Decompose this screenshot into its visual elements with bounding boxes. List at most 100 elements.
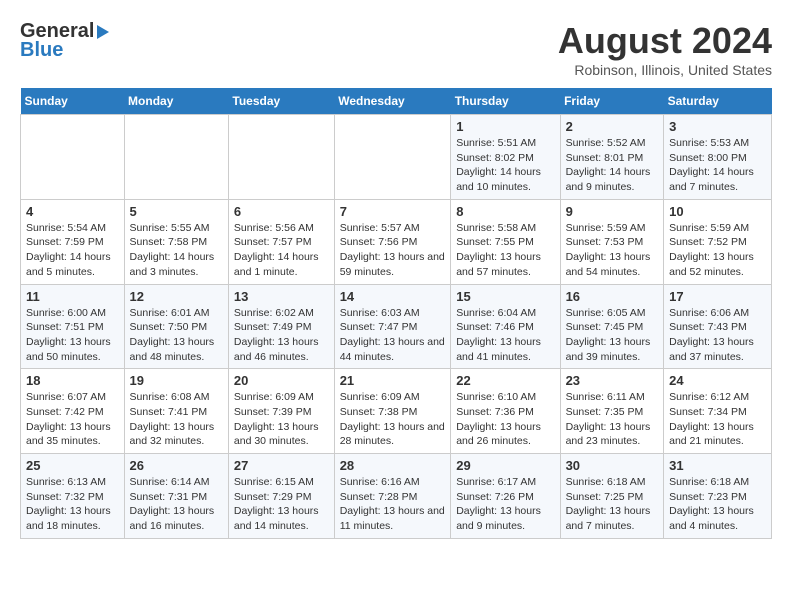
day-info: Sunrise: 6:00 AMSunset: 7:51 PMDaylight:… xyxy=(26,306,119,365)
day-info: Sunrise: 6:06 AMSunset: 7:43 PMDaylight:… xyxy=(669,306,766,365)
day-number: 15 xyxy=(456,289,554,304)
calendar-table: SundayMondayTuesdayWednesdayThursdayFrid… xyxy=(20,88,772,539)
calendar-cell: 14 Sunrise: 6:03 AMSunset: 7:47 PMDayligh… xyxy=(334,284,451,369)
day-info: Sunrise: 6:12 AMSunset: 7:34 PMDaylight:… xyxy=(669,390,766,449)
day-number: 9 xyxy=(566,204,659,219)
weekday-header-monday: Monday xyxy=(124,88,228,115)
day-info: Sunrise: 6:03 AMSunset: 7:47 PMDaylight:… xyxy=(340,306,446,365)
day-info: Sunrise: 6:14 AMSunset: 7:31 PMDaylight:… xyxy=(130,475,223,534)
calendar-cell: 29Sunrise: 6:17 AMSunset: 7:26 PMDayligh… xyxy=(451,454,560,539)
day-info: Sunrise: 5:59 AMSunset: 7:52 PMDaylight:… xyxy=(669,221,766,280)
day-info: Sunrise: 5:59 AMSunset: 7:53 PMDaylight:… xyxy=(566,221,659,280)
calendar-cell xyxy=(124,115,228,200)
calendar-cell: 1 Sunrise: 5:51 AMSunset: 8:02 PMDaylight… xyxy=(451,115,560,200)
calendar-cell: 7Sunrise: 5:57 AMSunset: 7:56 PMDaylight… xyxy=(334,199,451,284)
calendar-cell: 20 Sunrise: 6:09 AMSunset: 7:39 PMDayligh… xyxy=(228,369,334,454)
day-number: 26 xyxy=(130,458,223,473)
day-info: Sunrise: 6:02 AMSunset: 7:49 PMDaylight:… xyxy=(234,306,329,365)
weekday-header-saturday: Saturday xyxy=(664,88,772,115)
day-number: 16 xyxy=(566,289,659,304)
day-number: 1 xyxy=(456,119,554,134)
day-info: Sunrise: 6:15 AMSunset: 7:29 PMDaylight:… xyxy=(234,475,329,534)
day-info: Sunrise: 5:58 AMSunset: 7:55 PMDaylight:… xyxy=(456,221,554,280)
day-info: Sunrise: 6:08 AMSunset: 7:41 PMDaylight:… xyxy=(130,390,223,449)
day-info: Sunrise: 6:09 AMSunset: 7:39 PMDaylight:… xyxy=(234,390,329,449)
day-number: 3 xyxy=(669,119,766,134)
day-number: 6 xyxy=(234,204,329,219)
calendar-week-row: 11 Sunrise: 6:00 AMSunset: 7:51 PMDayligh… xyxy=(21,284,772,369)
weekday-header-row: SundayMondayTuesdayWednesdayThursdayFrid… xyxy=(21,88,772,115)
calendar-cell: 5Sunrise: 5:55 AMSunset: 7:58 PMDaylight… xyxy=(124,199,228,284)
calendar-cell: 3 Sunrise: 5:53 AMSunset: 8:00 PMDaylight… xyxy=(664,115,772,200)
day-number: 31 xyxy=(669,458,766,473)
day-info: Sunrise: 5:52 AMSunset: 8:01 PMDaylight:… xyxy=(566,136,659,195)
calendar-cell: 13 Sunrise: 6:02 AMSunset: 7:49 PMDayligh… xyxy=(228,284,334,369)
day-info: Sunrise: 6:18 AMSunset: 7:23 PMDaylight:… xyxy=(669,475,766,534)
day-info: Sunrise: 5:56 AMSunset: 7:57 PMDaylight:… xyxy=(234,221,329,280)
day-number: 11 xyxy=(26,289,119,304)
calendar-cell: 12 Sunrise: 6:01 AMSunset: 7:50 PMDayligh… xyxy=(124,284,228,369)
calendar-cell: 24 Sunrise: 6:12 AMSunset: 7:34 PMDayligh… xyxy=(664,369,772,454)
calendar-subtitle: Robinson, Illinois, United States xyxy=(558,62,772,78)
calendar-cell: 15 Sunrise: 6:04 AMSunset: 7:46 PMDayligh… xyxy=(451,284,560,369)
calendar-week-row: 18Sunrise: 6:07 AMSunset: 7:42 PMDayligh… xyxy=(21,369,772,454)
calendar-cell: 19 Sunrise: 6:08 AMSunset: 7:41 PMDayligh… xyxy=(124,369,228,454)
weekday-header-wednesday: Wednesday xyxy=(334,88,451,115)
day-number: 28 xyxy=(340,458,446,473)
day-info: Sunrise: 6:04 AMSunset: 7:46 PMDaylight:… xyxy=(456,306,554,365)
calendar-cell: 10Sunrise: 5:59 AMSunset: 7:52 PMDayligh… xyxy=(664,199,772,284)
day-number: 21 xyxy=(340,373,446,388)
day-info: Sunrise: 6:18 AMSunset: 7:25 PMDaylight:… xyxy=(566,475,659,534)
logo: General Blue xyxy=(20,20,109,62)
calendar-cell: 30 Sunrise: 6:18 AMSunset: 7:25 PMDayligh… xyxy=(560,454,664,539)
calendar-title: August 2024 xyxy=(558,20,772,62)
day-number: 24 xyxy=(669,373,766,388)
weekday-header-sunday: Sunday xyxy=(21,88,125,115)
calendar-cell: 27 Sunrise: 6:15 AMSunset: 7:29 PMDayligh… xyxy=(228,454,334,539)
day-number: 13 xyxy=(234,289,329,304)
day-info: Sunrise: 5:53 AMSunset: 8:00 PMDaylight:… xyxy=(669,136,766,195)
calendar-cell: 26 Sunrise: 6:14 AMSunset: 7:31 PMDayligh… xyxy=(124,454,228,539)
calendar-cell: 4 Sunrise: 5:54 AMSunset: 7:59 PMDaylight… xyxy=(21,199,125,284)
logo-arrow-icon xyxy=(97,25,109,39)
calendar-cell: 8 Sunrise: 5:58 AMSunset: 7:55 PMDaylight… xyxy=(451,199,560,284)
calendar-cell: 28 Sunrise: 6:16 AMSunset: 7:28 PMDayligh… xyxy=(334,454,451,539)
day-number: 22 xyxy=(456,373,554,388)
calendar-cell xyxy=(334,115,451,200)
logo-blue: Blue xyxy=(20,39,63,62)
calendar-cell: 2 Sunrise: 5:52 AMSunset: 8:01 PMDaylight… xyxy=(560,115,664,200)
day-number: 23 xyxy=(566,373,659,388)
calendar-cell: 31 Sunrise: 6:18 AMSunset: 7:23 PMDayligh… xyxy=(664,454,772,539)
day-info: Sunrise: 5:55 AMSunset: 7:58 PMDaylight:… xyxy=(130,221,223,280)
calendar-cell: 16 Sunrise: 6:05 AMSunset: 7:45 PMDayligh… xyxy=(560,284,664,369)
calendar-cell: 11 Sunrise: 6:00 AMSunset: 7:51 PMDayligh… xyxy=(21,284,125,369)
day-number: 29 xyxy=(456,458,554,473)
day-number: 12 xyxy=(130,289,223,304)
day-number: 4 xyxy=(26,204,119,219)
day-number: 27 xyxy=(234,458,329,473)
day-info: Sunrise: 6:01 AMSunset: 7:50 PMDaylight:… xyxy=(130,306,223,365)
day-number: 30 xyxy=(566,458,659,473)
day-info: Sunrise: 5:51 AMSunset: 8:02 PMDaylight:… xyxy=(456,136,554,195)
day-number: 2 xyxy=(566,119,659,134)
day-number: 8 xyxy=(456,204,554,219)
day-number: 19 xyxy=(130,373,223,388)
weekday-header-thursday: Thursday xyxy=(451,88,560,115)
page-header: General Blue August 2024 Robinson, Illin… xyxy=(20,20,772,78)
day-number: 14 xyxy=(340,289,446,304)
day-number: 20 xyxy=(234,373,329,388)
day-info: Sunrise: 5:54 AMSunset: 7:59 PMDaylight:… xyxy=(26,221,119,280)
calendar-cell: 6 Sunrise: 5:56 AMSunset: 7:57 PMDaylight… xyxy=(228,199,334,284)
calendar-cell: 23 Sunrise: 6:11 AMSunset: 7:35 PMDayligh… xyxy=(560,369,664,454)
weekday-header-tuesday: Tuesday xyxy=(228,88,334,115)
calendar-cell: 22Sunrise: 6:10 AMSunset: 7:36 PMDayligh… xyxy=(451,369,560,454)
calendar-cell xyxy=(21,115,125,200)
day-info: Sunrise: 6:07 AMSunset: 7:42 PMDaylight:… xyxy=(26,390,119,449)
day-number: 17 xyxy=(669,289,766,304)
day-info: Sunrise: 6:11 AMSunset: 7:35 PMDaylight:… xyxy=(566,390,659,449)
calendar-cell: 18Sunrise: 6:07 AMSunset: 7:42 PMDayligh… xyxy=(21,369,125,454)
calendar-cell xyxy=(228,115,334,200)
day-info: Sunrise: 6:05 AMSunset: 7:45 PMDaylight:… xyxy=(566,306,659,365)
day-info: Sunrise: 6:16 AMSunset: 7:28 PMDaylight:… xyxy=(340,475,446,534)
weekday-header-friday: Friday xyxy=(560,88,664,115)
